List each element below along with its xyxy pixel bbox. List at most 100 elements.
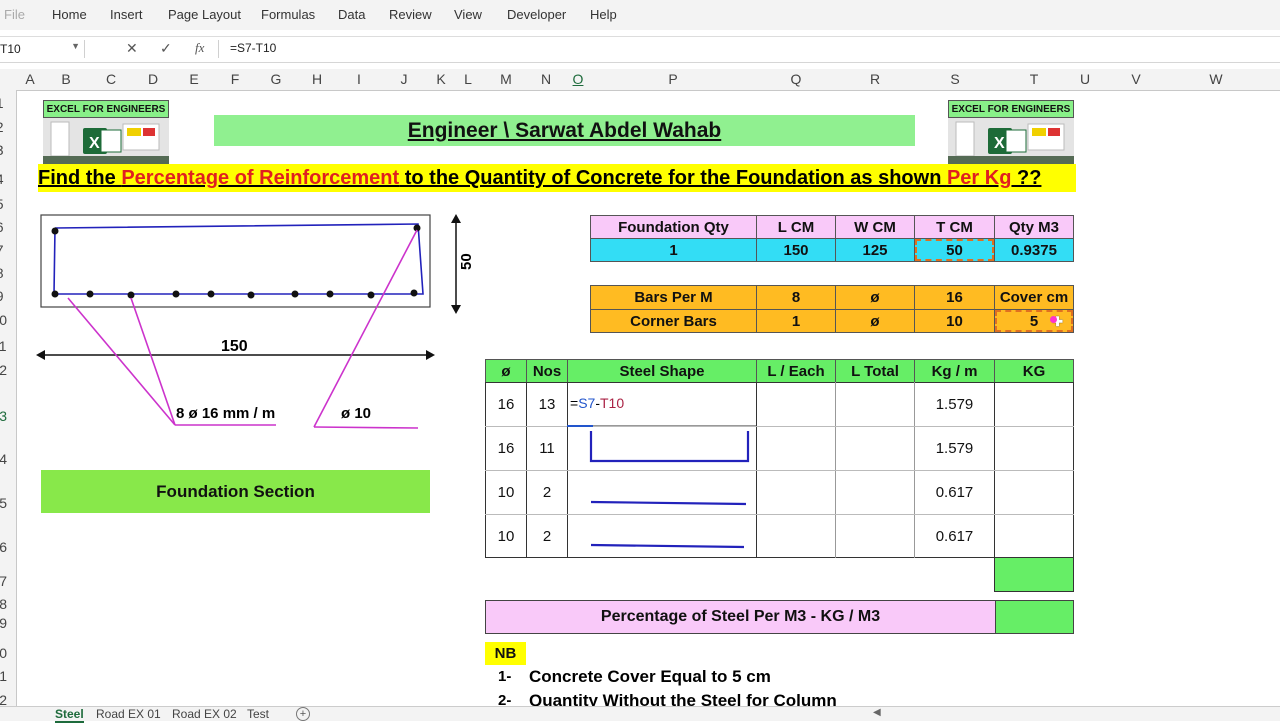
header-cell[interactable]: L CM [756, 215, 836, 239]
width-cell[interactable]: 125 [835, 238, 915, 262]
corner-bars-label-cell[interactable]: Corner Bars [590, 309, 757, 333]
row-header[interactable]: 15 [0, 495, 7, 511]
col-header[interactable]: J [401, 71, 408, 87]
row-header[interactable]: 11 [0, 338, 7, 354]
nos-cell[interactable]: 11 [526, 427, 568, 470]
col-header[interactable]: K [436, 71, 445, 87]
col-header-selected[interactable]: O [573, 71, 584, 87]
row-header[interactable]: 18 [0, 596, 7, 612]
scroll-left-icon[interactable]: ◀ [873, 707, 881, 718]
header-cell[interactable]: L Total [835, 359, 915, 383]
row-header[interactable]: 17 [0, 573, 7, 589]
row-header[interactable]: 21 [0, 668, 7, 684]
tab-help[interactable]: Help [590, 7, 617, 22]
diameter-symbol[interactable]: ø [835, 309, 915, 333]
nos-cell[interactable]: 13 [526, 383, 568, 426]
col-header[interactable]: Q [791, 71, 802, 87]
nos-cell[interactable]: 2 [526, 471, 568, 514]
corner-diameter-value[interactable]: 10 [914, 309, 995, 333]
foundation-qty-cell[interactable]: 1 [590, 238, 757, 262]
row-header[interactable]: 2 [0, 119, 4, 135]
row-header[interactable]: 1 [0, 95, 4, 111]
col-header[interactable]: H [312, 71, 322, 87]
kg-per-m-cell[interactable]: 1.579 [914, 383, 995, 426]
bar-diameter-value[interactable]: 16 [914, 285, 995, 310]
row-header[interactable]: 14 [0, 451, 7, 467]
header-cell[interactable]: KG [994, 359, 1074, 383]
row-header[interactable]: 20 [0, 645, 7, 661]
diameter-cell[interactable]: 10 [485, 471, 527, 514]
col-header[interactable]: V [1131, 71, 1140, 87]
header-cell[interactable]: W CM [835, 215, 915, 239]
col-header[interactable]: P [668, 71, 677, 87]
kg-per-m-cell[interactable]: 0.617 [914, 471, 995, 514]
tab-insert[interactable]: Insert [110, 7, 143, 22]
kg-per-m-cell[interactable]: 0.617 [914, 515, 995, 558]
row-header[interactable]: 5 [0, 196, 4, 212]
tab-data[interactable]: Data [338, 7, 365, 22]
header-cell[interactable]: Kg / m [914, 359, 995, 383]
col-header[interactable]: T [1030, 71, 1039, 87]
col-header[interactable]: E [189, 71, 198, 87]
col-header[interactable]: R [870, 71, 880, 87]
sheet-tab-steel[interactable]: Steel [55, 707, 84, 723]
chevron-down-icon[interactable]: ▼ [71, 41, 80, 51]
header-cell[interactable]: Nos [526, 359, 568, 383]
total-kg-cell[interactable] [994, 557, 1074, 592]
header-cell[interactable]: ø [485, 359, 527, 383]
thickness-cell[interactable]: 50 [914, 238, 995, 262]
col-header[interactable]: I [357, 71, 361, 87]
row-header[interactable]: 7 [0, 242, 4, 258]
header-cell[interactable]: L / Each [756, 359, 836, 383]
col-header[interactable]: W [1209, 71, 1222, 87]
nos-cell[interactable]: 2 [526, 515, 568, 558]
percentage-result-cell[interactable] [995, 600, 1074, 634]
sheet-tab-road-ex-02[interactable]: Road EX 02 [172, 707, 237, 721]
header-cell[interactable]: Foundation Qty [590, 215, 757, 239]
col-header[interactable]: D [148, 71, 158, 87]
volume-cell[interactable]: 0.9375 [994, 238, 1074, 262]
tab-file[interactable]: File [4, 7, 25, 22]
cancel-icon[interactable]: ✕ [126, 40, 138, 57]
add-sheet-icon[interactable]: + [296, 707, 310, 721]
kg-per-m-cell[interactable]: 1.579 [914, 427, 995, 470]
col-header[interactable]: L [464, 71, 472, 87]
tab-formulas[interactable]: Formulas [261, 7, 315, 22]
sheet-tab-test[interactable]: Test [247, 707, 269, 721]
tab-home[interactable]: Home [52, 7, 87, 22]
row-header[interactable]: 4 [0, 171, 4, 187]
formula-input[interactable]: =S7-T10 [230, 41, 276, 55]
bars-per-m-label[interactable]: Bars Per M [590, 285, 757, 310]
col-header[interactable]: C [106, 71, 116, 87]
cover-label[interactable]: Cover cm [994, 285, 1074, 310]
sheet-tab-road-ex-01[interactable]: Road EX 01 [96, 707, 161, 721]
row-header[interactable]: 19 [0, 615, 7, 631]
tab-review[interactable]: Review [389, 7, 432, 22]
row-header-selected[interactable]: 13 [0, 408, 7, 424]
col-header[interactable]: A [25, 71, 34, 87]
fx-icon[interactable]: fx [195, 40, 204, 56]
row-header[interactable]: 22 [0, 692, 7, 706]
name-box[interactable]: T10 ▼ [0, 40, 85, 58]
header-cell[interactable]: Qty M3 [994, 215, 1074, 239]
row-header[interactable]: 16 [0, 539, 7, 555]
col-header[interactable]: S [950, 71, 959, 87]
row-header[interactable]: 8 [0, 265, 4, 281]
diameter-cell[interactable]: 16 [485, 427, 527, 470]
header-cell[interactable]: T CM [914, 215, 995, 239]
row-header[interactable]: 3 [0, 142, 4, 158]
header-cell[interactable]: Steel Shape [567, 359, 757, 383]
row-header[interactable]: 9 [0, 288, 4, 304]
formula-edit-cell[interactable]: =S7-T10 [568, 383, 756, 426]
length-cell[interactable]: 150 [756, 238, 836, 262]
col-header[interactable]: G [271, 71, 282, 87]
enter-icon[interactable]: ✓ [160, 40, 172, 57]
cover-value-cell[interactable]: 5 ✚ [994, 309, 1074, 333]
diameter-symbol[interactable]: ø [835, 285, 915, 310]
col-header[interactable]: M [500, 71, 512, 87]
tab-view[interactable]: View [454, 7, 482, 22]
tab-developer[interactable]: Developer [507, 7, 566, 22]
row-header[interactable]: 10 [0, 312, 7, 328]
row-header[interactable]: 12 [0, 362, 7, 378]
col-header[interactable]: N [541, 71, 551, 87]
